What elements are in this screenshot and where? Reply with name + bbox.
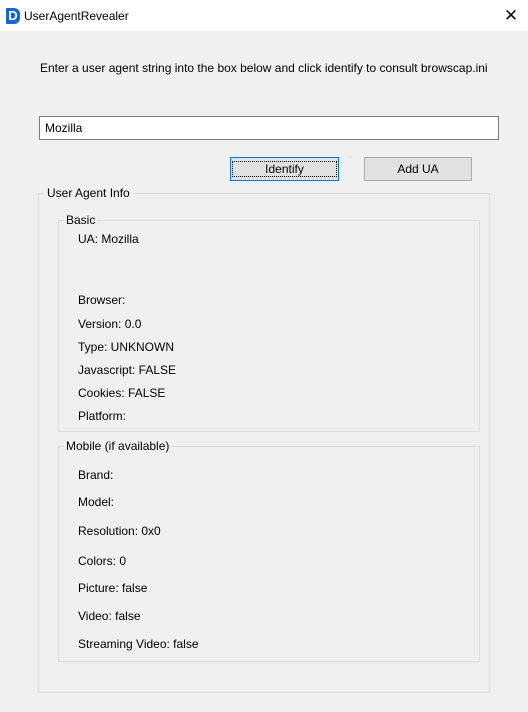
picture-value: Picture: false — [78, 581, 148, 595]
title-bar: D UserAgentRevealer ✕ — [0, 0, 528, 31]
colors-value: Colors: 0 — [78, 554, 127, 568]
mobile-legend: Mobile (if available) — [64, 439, 172, 453]
type-value: Type: UNKNOWN — [78, 340, 175, 354]
model-value: Model: — [78, 495, 115, 509]
resolution-value: Resolution: 0x0 — [78, 524, 161, 538]
close-icon[interactable]: ✕ — [494, 0, 528, 31]
streaming-video-value: Streaming Video: false — [78, 637, 199, 651]
brand-value: Brand: — [78, 468, 114, 482]
basic-legend: Basic — [64, 213, 98, 227]
user-agent-info-legend: User Agent Info — [45, 186, 132, 200]
ua-value: UA: Mozilla — [78, 232, 139, 246]
video-value: Video: false — [78, 609, 141, 623]
platform-value: Platform: — [78, 409, 127, 423]
identify-button[interactable]: Identify — [230, 157, 339, 181]
app-logo-icon: D — [6, 8, 20, 24]
identify-button-label: Identify — [232, 161, 337, 177]
instructions-text: Enter a user agent string into the box b… — [40, 61, 488, 75]
window-title: UserAgentRevealer — [24, 9, 129, 23]
cookies-value: Cookies: FALSE — [78, 386, 166, 400]
add-ua-button[interactable]: Add UA — [364, 157, 472, 181]
version-value: Version: 0.0 — [78, 317, 142, 331]
javascript-value: Javascript: FALSE — [78, 363, 177, 377]
browser-value: Browser: — [78, 293, 126, 307]
user-agent-input[interactable] — [39, 116, 499, 140]
